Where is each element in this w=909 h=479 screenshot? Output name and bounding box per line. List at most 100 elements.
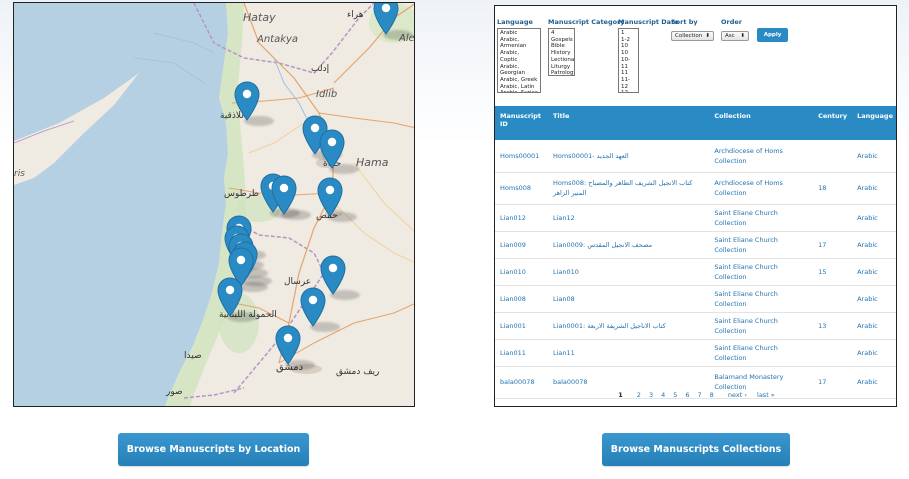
table-row[interactable]: bala00004bala00004- اربعة الاناجيل المقد…: [495, 398, 896, 406]
category-listbox[interactable]: 4 GospelsBibleHistoryLectionaryLiturgyPa…: [548, 28, 575, 76]
cell-language: [852, 398, 896, 406]
cell-collection[interactable]: Saint Eliane Church Collection: [709, 285, 814, 313]
cell-collection[interactable]: Archdiocese of Homs Collection: [709, 172, 814, 205]
cell-title[interactable]: Lian08: [547, 285, 710, 313]
cell-id[interactable]: Lian001: [495, 312, 548, 340]
cell-collection[interactable]: Saint Eliane Church Collection: [709, 339, 814, 367]
browse-by-location-button[interactable]: Browse Manuscripts by Location: [118, 433, 309, 466]
date-option[interactable]: 1: [621, 30, 636, 37]
cell-title[interactable]: Homs00001- العهد الجديد: [547, 140, 710, 173]
cell-collection[interactable]: Saint Eliane Church Collection: [709, 258, 814, 286]
cell-id[interactable]: Lian011: [495, 339, 548, 367]
cell-collection[interactable]: Saint Eliane Church Collection: [709, 312, 814, 340]
cell-title[interactable]: Lian0009: مصحف الانجيل المقدس: [547, 231, 710, 259]
cell-collection[interactable]: Archdiocese of Homs Collection: [709, 140, 814, 173]
cell-title[interactable]: Lian11: [547, 339, 710, 367]
cell-title[interactable]: bala00004- اربعة الاناجيل المقدسة: [547, 398, 710, 406]
page-link[interactable]: 5: [673, 391, 677, 399]
cell-id[interactable]: Lian012: [495, 204, 548, 232]
cell-id[interactable]: Lian008: [495, 285, 548, 313]
date-option[interactable]: 10-11: [621, 57, 636, 70]
date-listbox[interactable]: 11-2101010-111111-121212-13: [618, 28, 639, 93]
order-select[interactable]: Asc ⬍: [721, 31, 749, 41]
map-marker-pin-icon[interactable]: [234, 81, 260, 121]
page-link[interactable]: 7: [698, 391, 702, 399]
cell-language: Arabic: [852, 231, 896, 259]
column-header-language[interactable]: Language: [852, 106, 896, 140]
cell-id[interactable]: Lian010: [495, 258, 548, 286]
date-option[interactable]: 12: [621, 90, 636, 92]
map-marker-pin-icon[interactable]: [271, 175, 297, 215]
cell-title[interactable]: Lian010: [547, 258, 710, 286]
cell-title[interactable]: Lian0001: كتاب الاناجيل الشريفة الاربعة: [547, 312, 710, 340]
cell-id[interactable]: Homs00001: [495, 140, 548, 173]
browse-collections-button[interactable]: Browse Manuscripts Collections: [602, 433, 790, 466]
cell-century: 17: [813, 231, 853, 259]
table-row[interactable]: Lian012 Lian12 Saint Eliane Church Collect…: [495, 204, 896, 232]
table-row[interactable]: Lian008 Lian08 Saint Eliane Church Collect…: [495, 285, 896, 313]
table-row[interactable]: Lian001 Lian0001: كتاب الاناجيل الشريفة ا…: [495, 312, 896, 340]
table-row[interactable]: Homs008 Homs008: كتاب الانجيل الشريف الطا…: [495, 172, 896, 205]
table-row[interactable]: Lian011 Lian11 Saint Eliane Church Collect…: [495, 339, 896, 367]
language-option[interactable]: Arabic: [500, 30, 538, 37]
date-option[interactable]: 1-2: [621, 37, 636, 44]
category-option[interactable]: History: [551, 50, 572, 57]
cell-id[interactable]: Homs008: [495, 172, 548, 205]
cell-title[interactable]: Homs008: كتاب الانجيل الشريف الطاهر والم…: [547, 172, 710, 205]
order-filter: Order Asc ⬍: [721, 18, 749, 41]
table-header-row: Manuscript ID Title Collection Century L…: [495, 106, 896, 140]
category-option[interactable]: Patrology: [551, 70, 574, 75]
cell-title[interactable]: Lian12: [547, 204, 710, 232]
page-next-link[interactable]: next ›: [728, 391, 747, 399]
map-marker-pin-icon[interactable]: [275, 325, 301, 365]
column-header-collection[interactable]: Collection: [709, 106, 814, 140]
language-listbox[interactable]: Arabic Arabic, Armenian Arabic, Coptic Arab…: [497, 28, 541, 93]
map-marker-pin-icon[interactable]: [319, 129, 345, 169]
cell-collection[interactable]: Saint Eliane Church Collection: [709, 204, 814, 232]
language-option[interactable]: Arabic, Syriac: [500, 90, 538, 92]
date-option[interactable]: 11-12: [621, 77, 636, 90]
cell-century: 13: [813, 312, 853, 340]
manuscript-location-map[interactable]: HatayAntakyaإدلبIdlibHamaحماةاللاذقيةris…: [13, 2, 415, 407]
language-option[interactable]: Arabic, Latin: [500, 84, 538, 91]
category-option[interactable]: 4 Gospels: [551, 30, 573, 43]
date-option[interactable]: 10: [621, 50, 636, 57]
map-marker-pin-icon[interactable]: [300, 287, 326, 327]
page-link[interactable]: 6: [685, 391, 689, 399]
page-last-link[interactable]: last »: [757, 391, 775, 399]
map-marker-pin-icon[interactable]: [373, 3, 399, 35]
category-option[interactable]: Liturgy: [551, 64, 572, 71]
table-row[interactable]: Homs00001 Homs00001- العهد الجديد Archdioc…: [495, 140, 896, 173]
column-header-century[interactable]: Century: [813, 106, 853, 140]
date-option[interactable]: 11: [621, 70, 636, 77]
cell-id[interactable]: bala00004: [495, 398, 548, 406]
category-option[interactable]: Lectionary: [551, 57, 574, 64]
cell-collection[interactable]: Saint Eliane Church Collection: [709, 231, 814, 259]
column-header-id[interactable]: Manuscript ID: [495, 106, 548, 140]
language-option[interactable]: Arabic, Armenian: [500, 37, 538, 50]
sort-filter: Sort by Collection ⬍: [671, 18, 714, 41]
table-row[interactable]: Lian010 Lian010 Saint Eliane Church Collec…: [495, 258, 896, 286]
page-link[interactable]: 8: [710, 391, 714, 399]
category-option[interactable]: Bible: [551, 43, 572, 50]
map-marker-pin-icon[interactable]: [317, 177, 343, 217]
cell-language: Arabic: [852, 312, 896, 340]
language-option[interactable]: Arabic, Coptic: [500, 50, 538, 63]
language-option[interactable]: Arabic, Greek: [500, 77, 538, 84]
language-option[interactable]: Arabic, Georgian: [500, 64, 538, 77]
map-marker-pin-icon[interactable]: [217, 277, 243, 317]
apply-button[interactable]: Apply: [757, 28, 788, 42]
map-background: [14, 3, 414, 406]
language-filter: Language Arabic Arabic, Armenian Arabic, C…: [497, 18, 541, 93]
select-arrows-icon: ⬍: [740, 33, 745, 39]
page-link[interactable]: 3: [649, 391, 653, 399]
page-link[interactable]: 4: [661, 391, 665, 399]
table-row[interactable]: Lian009 Lian0009: مصحف الانجيل المقدس Sain…: [495, 231, 896, 259]
page-link[interactable]: 2: [637, 391, 641, 399]
sort-select[interactable]: Collection ⬍: [671, 31, 714, 41]
cell-language: Arabic: [852, 204, 896, 232]
column-header-title[interactable]: Title: [547, 106, 710, 140]
cell-id[interactable]: Lian009: [495, 231, 548, 259]
cell-collection[interactable]: Balamand Monastery Collection: [709, 398, 814, 406]
date-option[interactable]: 10: [621, 43, 636, 50]
